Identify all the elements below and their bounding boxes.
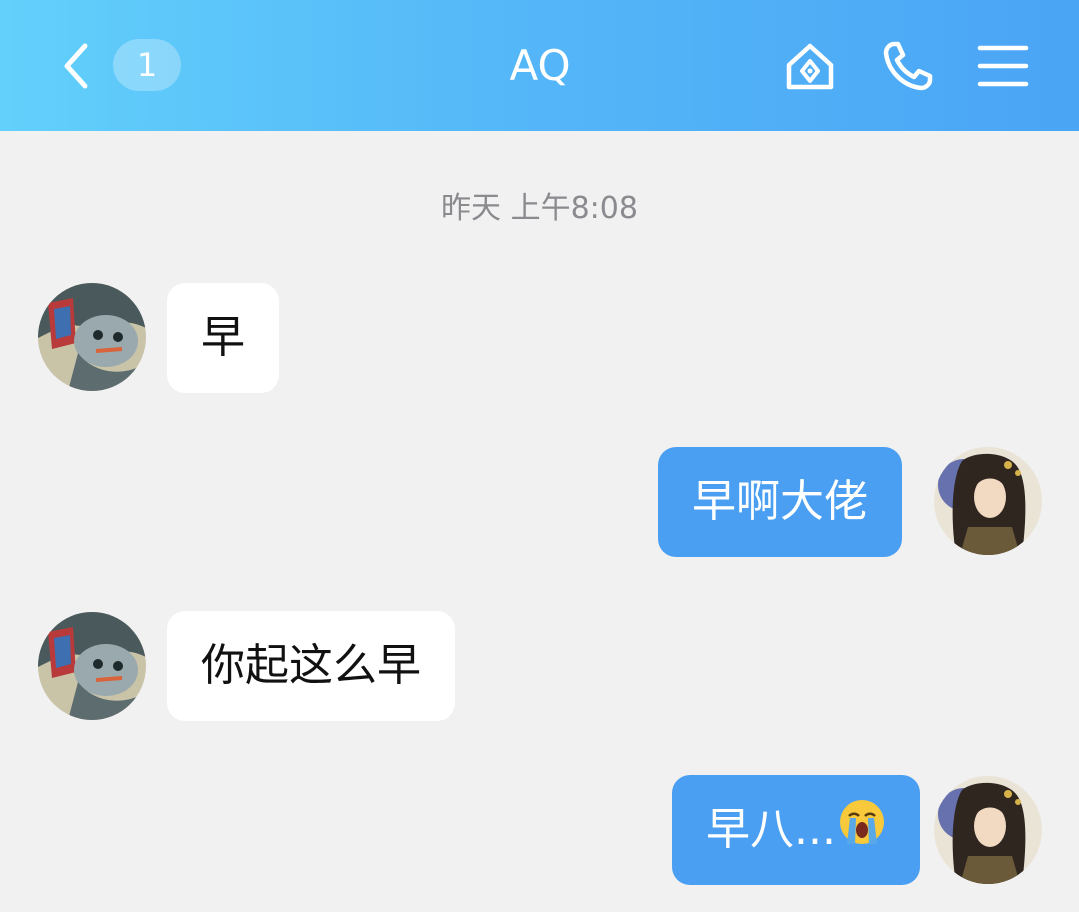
contact-avatar[interactable] (38, 283, 146, 391)
self-avatar[interactable] (934, 776, 1042, 884)
message-bubble-outgoing[interactable]: 早八... (672, 775, 920, 885)
self-avatar[interactable] (934, 447, 1042, 555)
back-chevron-icon (64, 43, 88, 89)
message-bubble-incoming[interactable]: 你起这么早 (167, 611, 455, 721)
chat-title: AQ (509, 41, 571, 90)
contact-avatar[interactable] (38, 612, 146, 720)
loudly-crying-face-emoji (838, 777, 886, 887)
back-button[interactable] (52, 36, 100, 96)
message-timestamp: 昨天 上午8:08 (441, 191, 638, 226)
home-diamond-icon (786, 43, 834, 90)
phone-icon (883, 41, 933, 91)
call-button[interactable] (878, 36, 938, 96)
message-text: 早八... (706, 804, 836, 855)
chat-header: 1 AQ (0, 0, 1079, 131)
unread-count-badge[interactable]: 1 (113, 39, 181, 91)
message-bubble-incoming[interactable]: 早 (167, 283, 279, 393)
message-bubble-outgoing[interactable]: 早啊大佬 (658, 447, 902, 557)
menu-button[interactable] (973, 36, 1033, 96)
profile-home-button[interactable] (780, 36, 840, 96)
menu-icon (977, 45, 1029, 87)
